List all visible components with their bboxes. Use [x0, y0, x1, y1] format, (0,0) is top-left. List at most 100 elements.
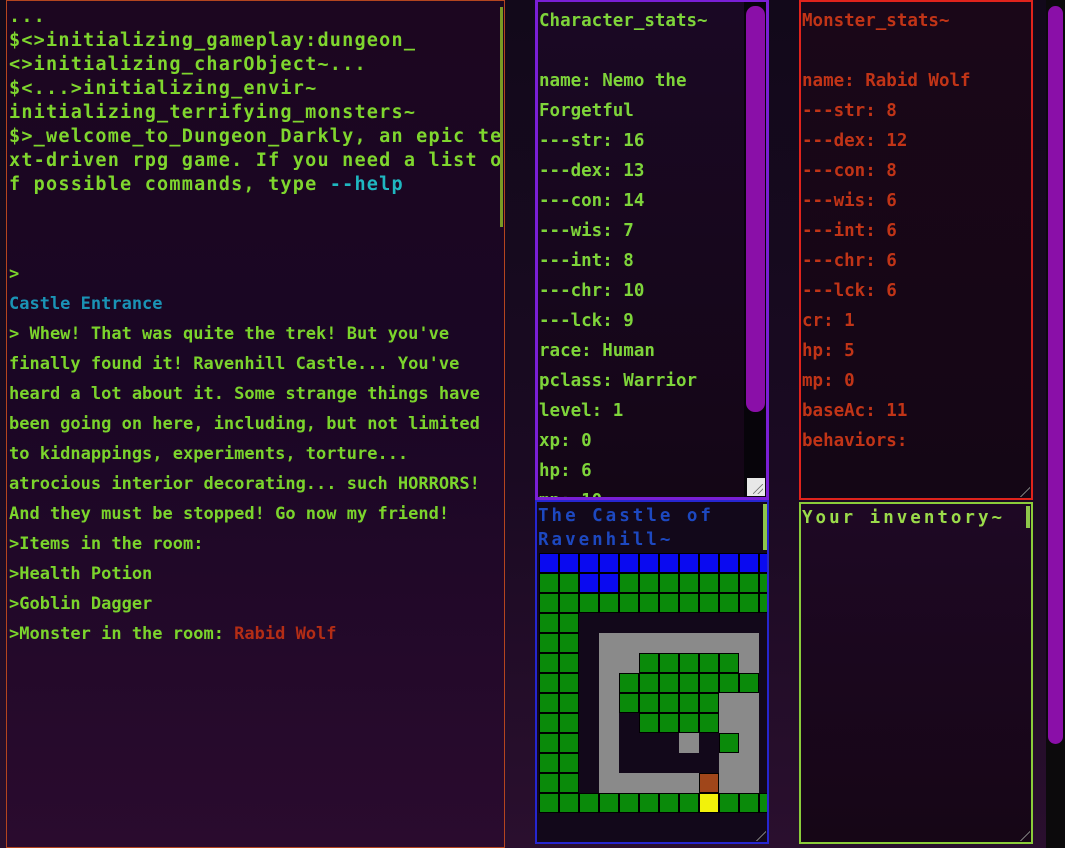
- inventory-title-scrollbar[interactable]: [1026, 506, 1030, 528]
- grass-tile: [699, 593, 719, 613]
- grass-tile: [539, 693, 559, 713]
- stat-line: name: Rabid Wolf: [802, 71, 971, 91]
- grass-tile: [679, 593, 699, 613]
- monster-stats-list: Monster_stats~ name: Rabid Wolf ---str: …: [802, 6, 1027, 456]
- wall-tile: [619, 553, 639, 573]
- wall-tile: [719, 553, 739, 573]
- grass-tile: [739, 573, 759, 593]
- grass-tile: [619, 693, 639, 713]
- character-stats-scroll-thumb[interactable]: [746, 6, 765, 412]
- floor-tile: [599, 673, 619, 753]
- stat-line: ---wis: 7: [539, 221, 634, 241]
- page-scroll-thumb[interactable]: [1048, 6, 1063, 744]
- stat-line: behaviors:: [802, 431, 908, 451]
- resize-grip-icon[interactable]: [747, 478, 765, 496]
- grass-tile: [619, 673, 639, 693]
- grass-tile: [619, 793, 639, 813]
- stat-line: mp: 10: [539, 486, 744, 497]
- grass-tile: [679, 693, 699, 713]
- grass-tile: [559, 573, 579, 593]
- grass-tile: [679, 573, 699, 593]
- stat-line: cr: 1: [802, 311, 855, 331]
- stat-line: ---str: 8: [802, 101, 897, 121]
- boot-log-scrollbar[interactable]: [500, 7, 503, 227]
- stat-line: ---lck: 9: [539, 311, 634, 331]
- grass-tile: [699, 573, 719, 593]
- grass-tile: [659, 573, 679, 593]
- grass-tile: [539, 733, 559, 753]
- wall-tile: [759, 553, 767, 573]
- resize-grip-icon[interactable]: [756, 831, 766, 841]
- wall-tile: [599, 573, 619, 593]
- stat-line: ---dex: 12: [802, 131, 908, 151]
- grass-tile: [599, 793, 619, 813]
- floor-tile: [599, 653, 639, 673]
- grass-tile: [539, 573, 559, 593]
- map-title-scrollbar[interactable]: [763, 504, 767, 550]
- grass-tile: [659, 793, 679, 813]
- grass-tile: [679, 713, 699, 733]
- console-panel: ... $<>initializing_gameplay:dungeon_ <>…: [6, 0, 505, 848]
- grass-tile: [559, 773, 579, 793]
- grass-tile: [619, 573, 639, 593]
- monster-name: Rabid Wolf: [234, 624, 337, 644]
- grass-tile: [559, 693, 579, 713]
- grass-tile: [559, 673, 579, 693]
- help-command[interactable]: --help: [330, 174, 404, 195]
- floor-tile: [599, 773, 759, 793]
- room-item: >Goblin Dagger: [9, 594, 153, 614]
- grass-tile: [539, 633, 559, 653]
- stat-line: name: Nemo the Forgetful: [539, 71, 698, 121]
- grass-tile: [639, 593, 659, 613]
- grass-tile: [559, 793, 579, 813]
- stat-line: ---wis: 6: [802, 191, 897, 211]
- wall-tile: [599, 553, 619, 573]
- boot-log: ... $<>initializing_gameplay:dungeon_ <>…: [9, 5, 504, 227]
- monster-prefix: >Monster in the room:: [9, 624, 235, 644]
- stat-line: ---con: 8: [802, 161, 897, 181]
- grass-tile: [539, 793, 559, 813]
- grass-tile: [559, 733, 579, 753]
- grass-tile: [639, 693, 659, 713]
- stat-line: ---chr: 6: [802, 251, 897, 271]
- grass-tile: [539, 753, 559, 773]
- wall-tile: [739, 553, 759, 573]
- stat-line: ---con: 14: [539, 191, 645, 211]
- grass-tile: [719, 673, 739, 693]
- character-stats-scrollbar[interactable]: [744, 2, 766, 497]
- boot-text: ... $<>initializing_gameplay:dungeon_ <>…: [9, 6, 503, 195]
- stat-line: ---str: 16: [539, 131, 645, 151]
- grass-tile: [559, 613, 579, 633]
- grass-tile: [719, 593, 739, 613]
- dungeon-map: [539, 553, 767, 842]
- grass-tile: [639, 573, 659, 593]
- floor-tile: [679, 733, 699, 753]
- grass-tile: [759, 573, 767, 593]
- stat-line: hp: 6: [539, 461, 592, 481]
- grass-tile: [539, 713, 559, 733]
- grass-tile: [579, 593, 599, 613]
- inventory-panel: Your inventory~: [799, 502, 1033, 844]
- grass-tile: [559, 593, 579, 613]
- grass-tile: [659, 653, 679, 673]
- grass-tile: [759, 593, 767, 613]
- player-marker: [699, 793, 719, 813]
- grass-tile: [659, 673, 679, 693]
- wall-tile: [639, 553, 659, 573]
- stat-line: pclass: Warrior: [539, 371, 698, 391]
- grass-tile: [699, 713, 719, 733]
- wall-tile: [699, 553, 719, 573]
- grass-tile: [579, 793, 599, 813]
- room-title: Castle Entrance: [9, 294, 163, 314]
- stat-line: mp: 0: [802, 371, 855, 391]
- door-tile: [699, 773, 719, 793]
- stat-line: ---int: 6: [802, 221, 897, 241]
- grass-tile: [539, 653, 559, 673]
- resize-grip-icon[interactable]: [1020, 831, 1030, 841]
- grass-tile: [699, 653, 719, 673]
- resize-grip-icon[interactable]: [1020, 487, 1030, 497]
- grass-tile: [559, 753, 579, 773]
- grass-tile: [739, 673, 759, 693]
- grass-tile: [639, 673, 659, 693]
- grass-tile: [719, 653, 739, 673]
